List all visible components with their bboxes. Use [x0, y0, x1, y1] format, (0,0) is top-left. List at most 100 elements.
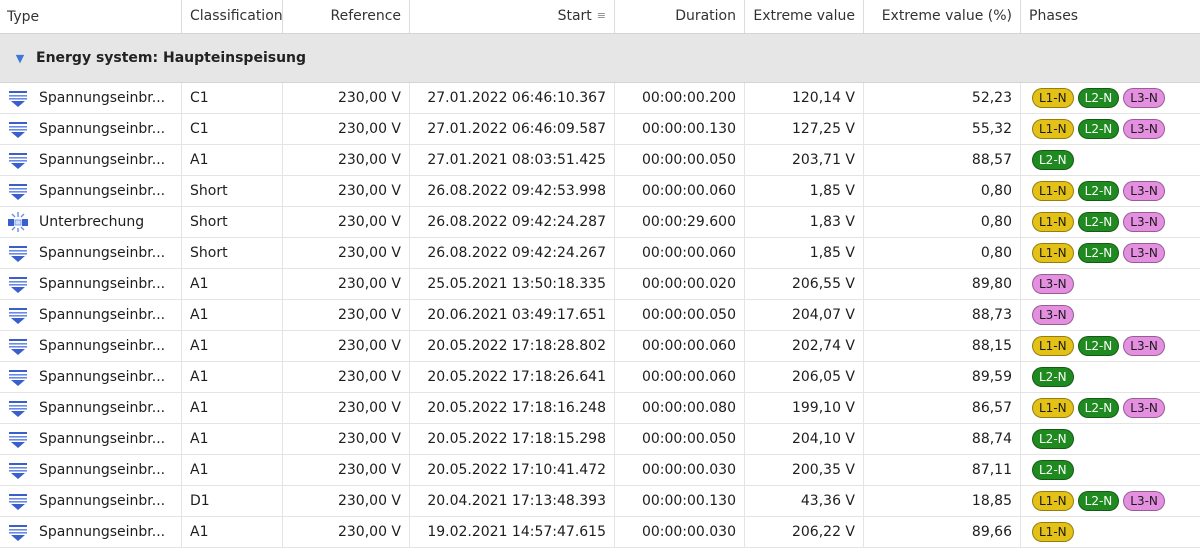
type-cell: Unterbrechung	[0, 207, 182, 237]
type-cell: Spannungseinbr...	[0, 486, 182, 516]
column-header-classification[interactable]: Classification	[182, 0, 283, 33]
extreme-value-pct-cell: 88,74	[864, 424, 1021, 454]
duration-cell: 00:00:00.020	[615, 269, 745, 299]
voltage-dip-icon	[7, 118, 39, 140]
phases-cell: L3-N	[1021, 269, 1200, 299]
start-cell: 20.05.2022 17:18:26.641	[410, 362, 615, 392]
extreme-value-cell: 204,07 V	[745, 300, 864, 330]
type-cell: Spannungseinbr...	[0, 176, 182, 206]
phase-badge: L1-N	[1032, 398, 1074, 418]
phase-badge: L2-N	[1032, 150, 1074, 170]
column-header-phases[interactable]: Phases	[1021, 0, 1200, 33]
phases-cell: L1-N	[1021, 517, 1200, 547]
phase-badge: L1-N	[1032, 243, 1074, 263]
classification-cell: A1	[182, 331, 283, 361]
phase-badge: L1-N	[1032, 212, 1074, 232]
phases-cell: L1-N L2-N L3-N	[1021, 207, 1200, 237]
reference-cell: 230,00 V	[283, 331, 410, 361]
phase-badge: L2-N	[1077, 88, 1120, 108]
duration-cell: 00:00:00.030	[615, 455, 745, 485]
table-row[interactable]: Spannungseinbr... Short 230,00 V 26.08.2022…	[0, 176, 1200, 207]
group-row[interactable]: ▼ Energy system: Haupteinspeisung	[0, 34, 1200, 83]
reference-cell: 230,00 V	[283, 207, 410, 237]
extreme-value-pct-cell: 0,80	[864, 207, 1021, 237]
column-header-duration[interactable]: Duration	[615, 0, 745, 33]
type-cell: Spannungseinbr...	[0, 331, 182, 361]
start-cell: 26.08.2022 09:42:24.267	[410, 238, 615, 268]
start-cell: 20.06.2021 03:49:17.651	[410, 300, 615, 330]
extreme-value-cell: 120,14 V	[745, 83, 864, 113]
voltage-dip-icon	[7, 304, 39, 326]
start-cell: 27.01.2022 06:46:09.587	[410, 114, 615, 144]
type-label: Spannungseinbr...	[39, 121, 166, 137]
type-label: Spannungseinbr...	[39, 90, 166, 106]
column-header-extreme-value-pct[interactable]: Extreme value (%)	[864, 0, 1021, 33]
type-cell: Spannungseinbr...	[0, 455, 182, 485]
phase-badge: L3-N	[1123, 212, 1165, 232]
reference-cell: 230,00 V	[283, 300, 410, 330]
column-header-start-label: Start	[557, 8, 592, 24]
phases-cell: L1-N L2-N L3-N	[1021, 83, 1200, 113]
duration-cell: 00:00:00.060	[615, 362, 745, 392]
classification-cell: A1	[182, 424, 283, 454]
table-row[interactable]: Spannungseinbr... A1 230,00 V 19.02.2021 14…	[0, 517, 1200, 548]
type-cell: Spannungseinbr...	[0, 393, 182, 423]
column-header-reference[interactable]: Reference	[283, 0, 410, 33]
table-row[interactable]: Spannungseinbr... A1 230,00 V 25.05.2021 13…	[0, 269, 1200, 300]
interruption-icon	[7, 211, 39, 233]
table-row[interactable]: Spannungseinbr... A1 230,00 V 20.05.2022 17…	[0, 424, 1200, 455]
classification-cell: A1	[182, 393, 283, 423]
voltage-dip-icon	[7, 521, 39, 543]
table-row[interactable]: Spannungseinbr... A1 230,00 V 20.06.2021 03…	[0, 300, 1200, 331]
phases-cell: L1-N L2-N L3-N	[1021, 331, 1200, 361]
extreme-value-cell: 206,22 V	[745, 517, 864, 547]
table-row[interactable]: Spannungseinbr... A1 230,00 V 27.01.2021 08…	[0, 145, 1200, 176]
column-header-start[interactable]: Start ≡	[410, 0, 615, 33]
phase-badge: L2-N	[1077, 119, 1120, 139]
reference-cell: 230,00 V	[283, 269, 410, 299]
classification-cell: A1	[182, 362, 283, 392]
type-label: Spannungseinbr...	[39, 400, 166, 416]
sort-descending-icon[interactable]: ≡	[597, 0, 606, 32]
table-row[interactable]: Spannungseinbr... Short 230,00 V 26.08.2022…	[0, 238, 1200, 269]
voltage-dip-icon	[7, 273, 39, 295]
extreme-value-cell: 206,05 V	[745, 362, 864, 392]
duration-cell: 00:00:00.080	[615, 393, 745, 423]
type-cell: Spannungseinbr...	[0, 362, 182, 392]
extreme-value-pct-cell: 88,73	[864, 300, 1021, 330]
table-row[interactable]: Spannungseinbr... A1 230,00 V 20.05.2022 17…	[0, 362, 1200, 393]
phases-cell: L1-N L2-N L3-N	[1021, 176, 1200, 206]
voltage-dip-icon	[7, 428, 39, 450]
extreme-value-pct-cell: 0,80	[864, 238, 1021, 268]
classification-cell: D1	[182, 486, 283, 516]
phase-badge: L2-N	[1077, 243, 1120, 263]
table-row[interactable]: Spannungseinbr... A1 230,00 V 20.05.2022 17…	[0, 393, 1200, 424]
reference-cell: 230,00 V	[283, 176, 410, 206]
table-row[interactable]: Spannungseinbr... A1 230,00 V 20.05.2022 17…	[0, 455, 1200, 486]
phases-cell: L1-N L2-N L3-N	[1021, 393, 1200, 423]
column-header-extreme-value[interactable]: Extreme value	[745, 0, 864, 33]
table-row[interactable]: Spannungseinbr... D1 230,00 V 20.04.2021 17…	[0, 486, 1200, 517]
voltage-dip-icon	[7, 459, 39, 481]
column-header-type[interactable]: Type	[0, 0, 182, 33]
start-cell: 20.05.2022 17:10:41.472	[410, 455, 615, 485]
phase-badge: L3-N	[1032, 305, 1074, 325]
type-cell: Spannungseinbr...	[0, 424, 182, 454]
table-row[interactable]: Spannungseinbr... A1 230,00 V 20.05.2022 17…	[0, 331, 1200, 362]
table-row[interactable]: Spannungseinbr... C1 230,00 V 27.01.2022 06…	[0, 83, 1200, 114]
table-row[interactable]: Spannungseinbr... C1 230,00 V 27.01.2022 06…	[0, 114, 1200, 145]
classification-cell: A1	[182, 517, 283, 547]
start-cell: 27.01.2022 06:46:10.367	[410, 83, 615, 113]
type-cell: Spannungseinbr...	[0, 238, 182, 268]
type-label: Spannungseinbr...	[39, 524, 166, 540]
classification-cell: A1	[182, 300, 283, 330]
chevron-down-icon[interactable]: ▼	[12, 52, 28, 65]
type-label: Spannungseinbr...	[39, 462, 166, 478]
classification-cell: A1	[182, 269, 283, 299]
table-row[interactable]: Unterbrechung Short 230,00 V 26.08.2022 09:…	[0, 207, 1200, 238]
extreme-value-pct-cell: 89,66	[864, 517, 1021, 547]
type-cell: Spannungseinbr...	[0, 83, 182, 113]
extreme-value-cell: 127,25 V	[745, 114, 864, 144]
phases-cell: L2-N	[1021, 145, 1200, 175]
phases-cell: L1-N L2-N L3-N	[1021, 114, 1200, 144]
